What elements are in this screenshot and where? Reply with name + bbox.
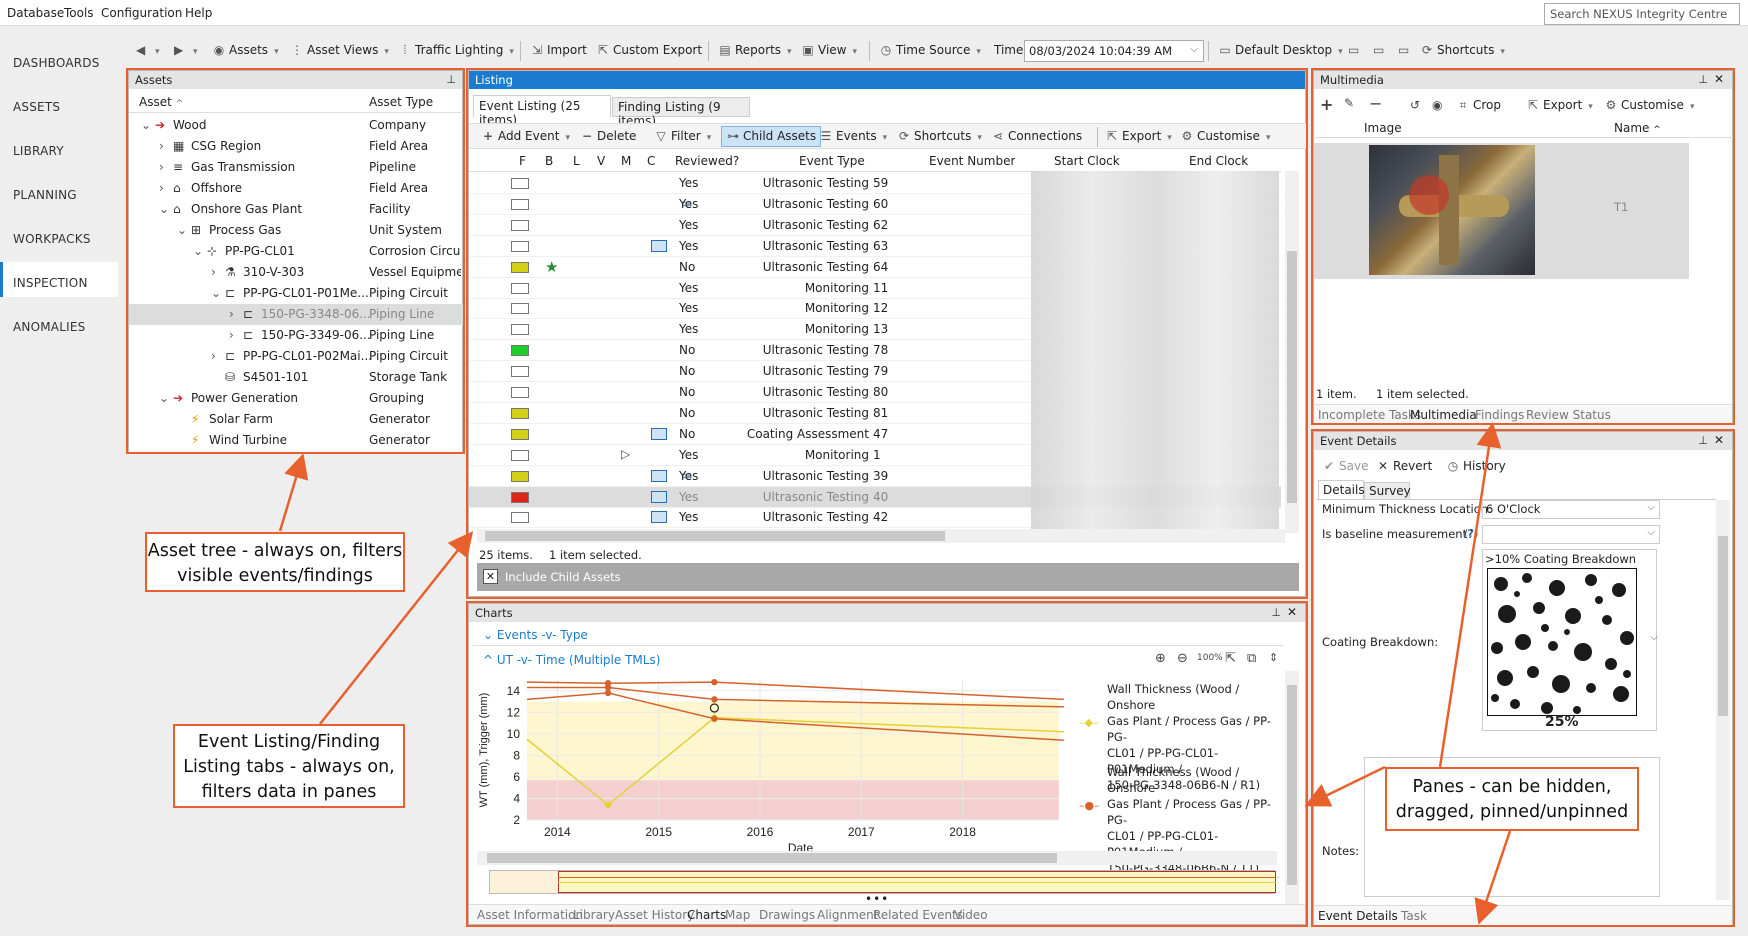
callout-asset-tree: Asset tree - always on, filters visible … (145, 532, 405, 592)
callout-listing-tabs: Event Listing/Finding Listing tabs - alw… (173, 724, 405, 808)
callout-panes: Panes - can be hidden, dragged, pinned/u… (1385, 767, 1639, 831)
